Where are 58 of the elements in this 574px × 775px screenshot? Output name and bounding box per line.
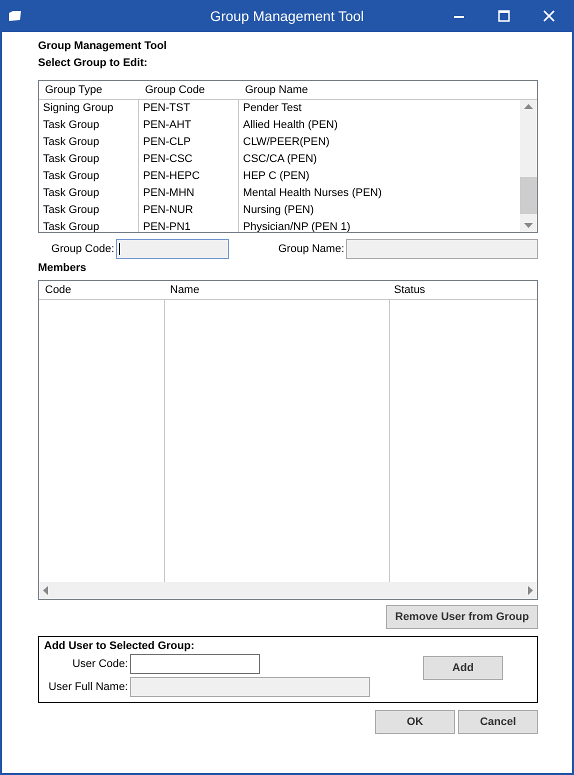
remove-user-button[interactable]: Remove User from Group — [386, 605, 538, 629]
table-cell: PEN-CSC — [139, 151, 239, 168]
table-cell: PEN-PN1 — [139, 219, 239, 232]
column-header[interactable]: Code — [39, 284, 164, 296]
table-cell: Task Group — [39, 117, 139, 134]
maximize-icon[interactable] — [498, 10, 510, 22]
table-cell-text: Pender Test — [242, 101, 303, 116]
table-cell: PEN-HEPC — [139, 168, 239, 185]
close-icon[interactable] — [543, 10, 555, 22]
scrollbar-thumb[interactable] — [520, 176, 537, 214]
group-list[interactable] — [38, 80, 538, 233]
vertical-scrollbar[interactable] — [520, 100, 537, 232]
table-cell: PEN-NUR — [139, 202, 239, 219]
horizontal-scrollbar[interactable] — [39, 582, 537, 599]
dialog-heading: Group Management Tool — [38, 39, 168, 54]
window-title: Group Management Tool — [210, 8, 364, 24]
table-cell: PEN-MHN — [139, 185, 239, 202]
scroll-right-icon[interactable] — [528, 586, 533, 595]
input-field[interactable] — [130, 654, 260, 674]
panel-title: Add User to Selected Group: — [44, 640, 196, 652]
column-header[interactable]: Group Type — [39, 84, 139, 96]
table-cell-text: Mental Health Nurses (PEN) — [242, 186, 383, 201]
table-cell: Task Group — [39, 151, 139, 168]
section-label: Select Group to Edit: — [38, 56, 148, 71]
table-cell-text: CLW/PEER(PEN) — [242, 135, 331, 150]
table-cell-text: HEP C (PEN) — [242, 169, 310, 184]
scroll-left-icon[interactable] — [43, 586, 48, 595]
table-cell-text: CSC/CA (PEN) — [242, 152, 318, 167]
members-list[interactable]: Code Name Status — [38, 280, 538, 600]
add-button[interactable]: Add — [423, 656, 503, 680]
scroll-up-icon[interactable] — [524, 104, 533, 109]
dialog-button[interactable]: Cancel — [458, 710, 538, 734]
table-cell: PEN-TST — [139, 100, 239, 117]
input-field[interactable] — [346, 239, 538, 259]
table-cell: Task Group — [39, 219, 139, 232]
dialog-button[interactable]: OK — [375, 710, 455, 734]
column-header[interactable]: Group Code — [139, 84, 239, 96]
table-cell: PEN-CLP — [139, 134, 239, 151]
field-label: User Code: — [71, 658, 129, 670]
column-header[interactable]: Status — [388, 284, 537, 296]
section-label: Members — [38, 261, 88, 276]
table-cell: Task Group — [39, 134, 139, 151]
table-cell: Task Group — [39, 202, 139, 219]
field-label: Group Name: — [277, 243, 346, 255]
table-cell-text: Physician/NP (PEN 1) — [242, 220, 352, 232]
field-label: Group Code: — [50, 243, 116, 255]
field-label: User Full Name: — [48, 681, 129, 693]
table-cell: Task Group — [39, 185, 139, 202]
column-header[interactable]: Name — [164, 284, 388, 296]
input-field[interactable] — [116, 239, 229, 259]
table-cell: Task Group — [39, 168, 139, 185]
table-cell: PEN-AHT — [139, 117, 239, 134]
column-header[interactable]: Group Name — [239, 84, 537, 96]
scroll-down-icon[interactable] — [524, 223, 533, 228]
table-cell-text: Allied Health (PEN) — [242, 118, 339, 133]
table-cell-text: Nursing (PEN) — [242, 203, 315, 218]
window-icon — [8, 10, 22, 22]
table-cell: Signing Group — [39, 100, 139, 117]
